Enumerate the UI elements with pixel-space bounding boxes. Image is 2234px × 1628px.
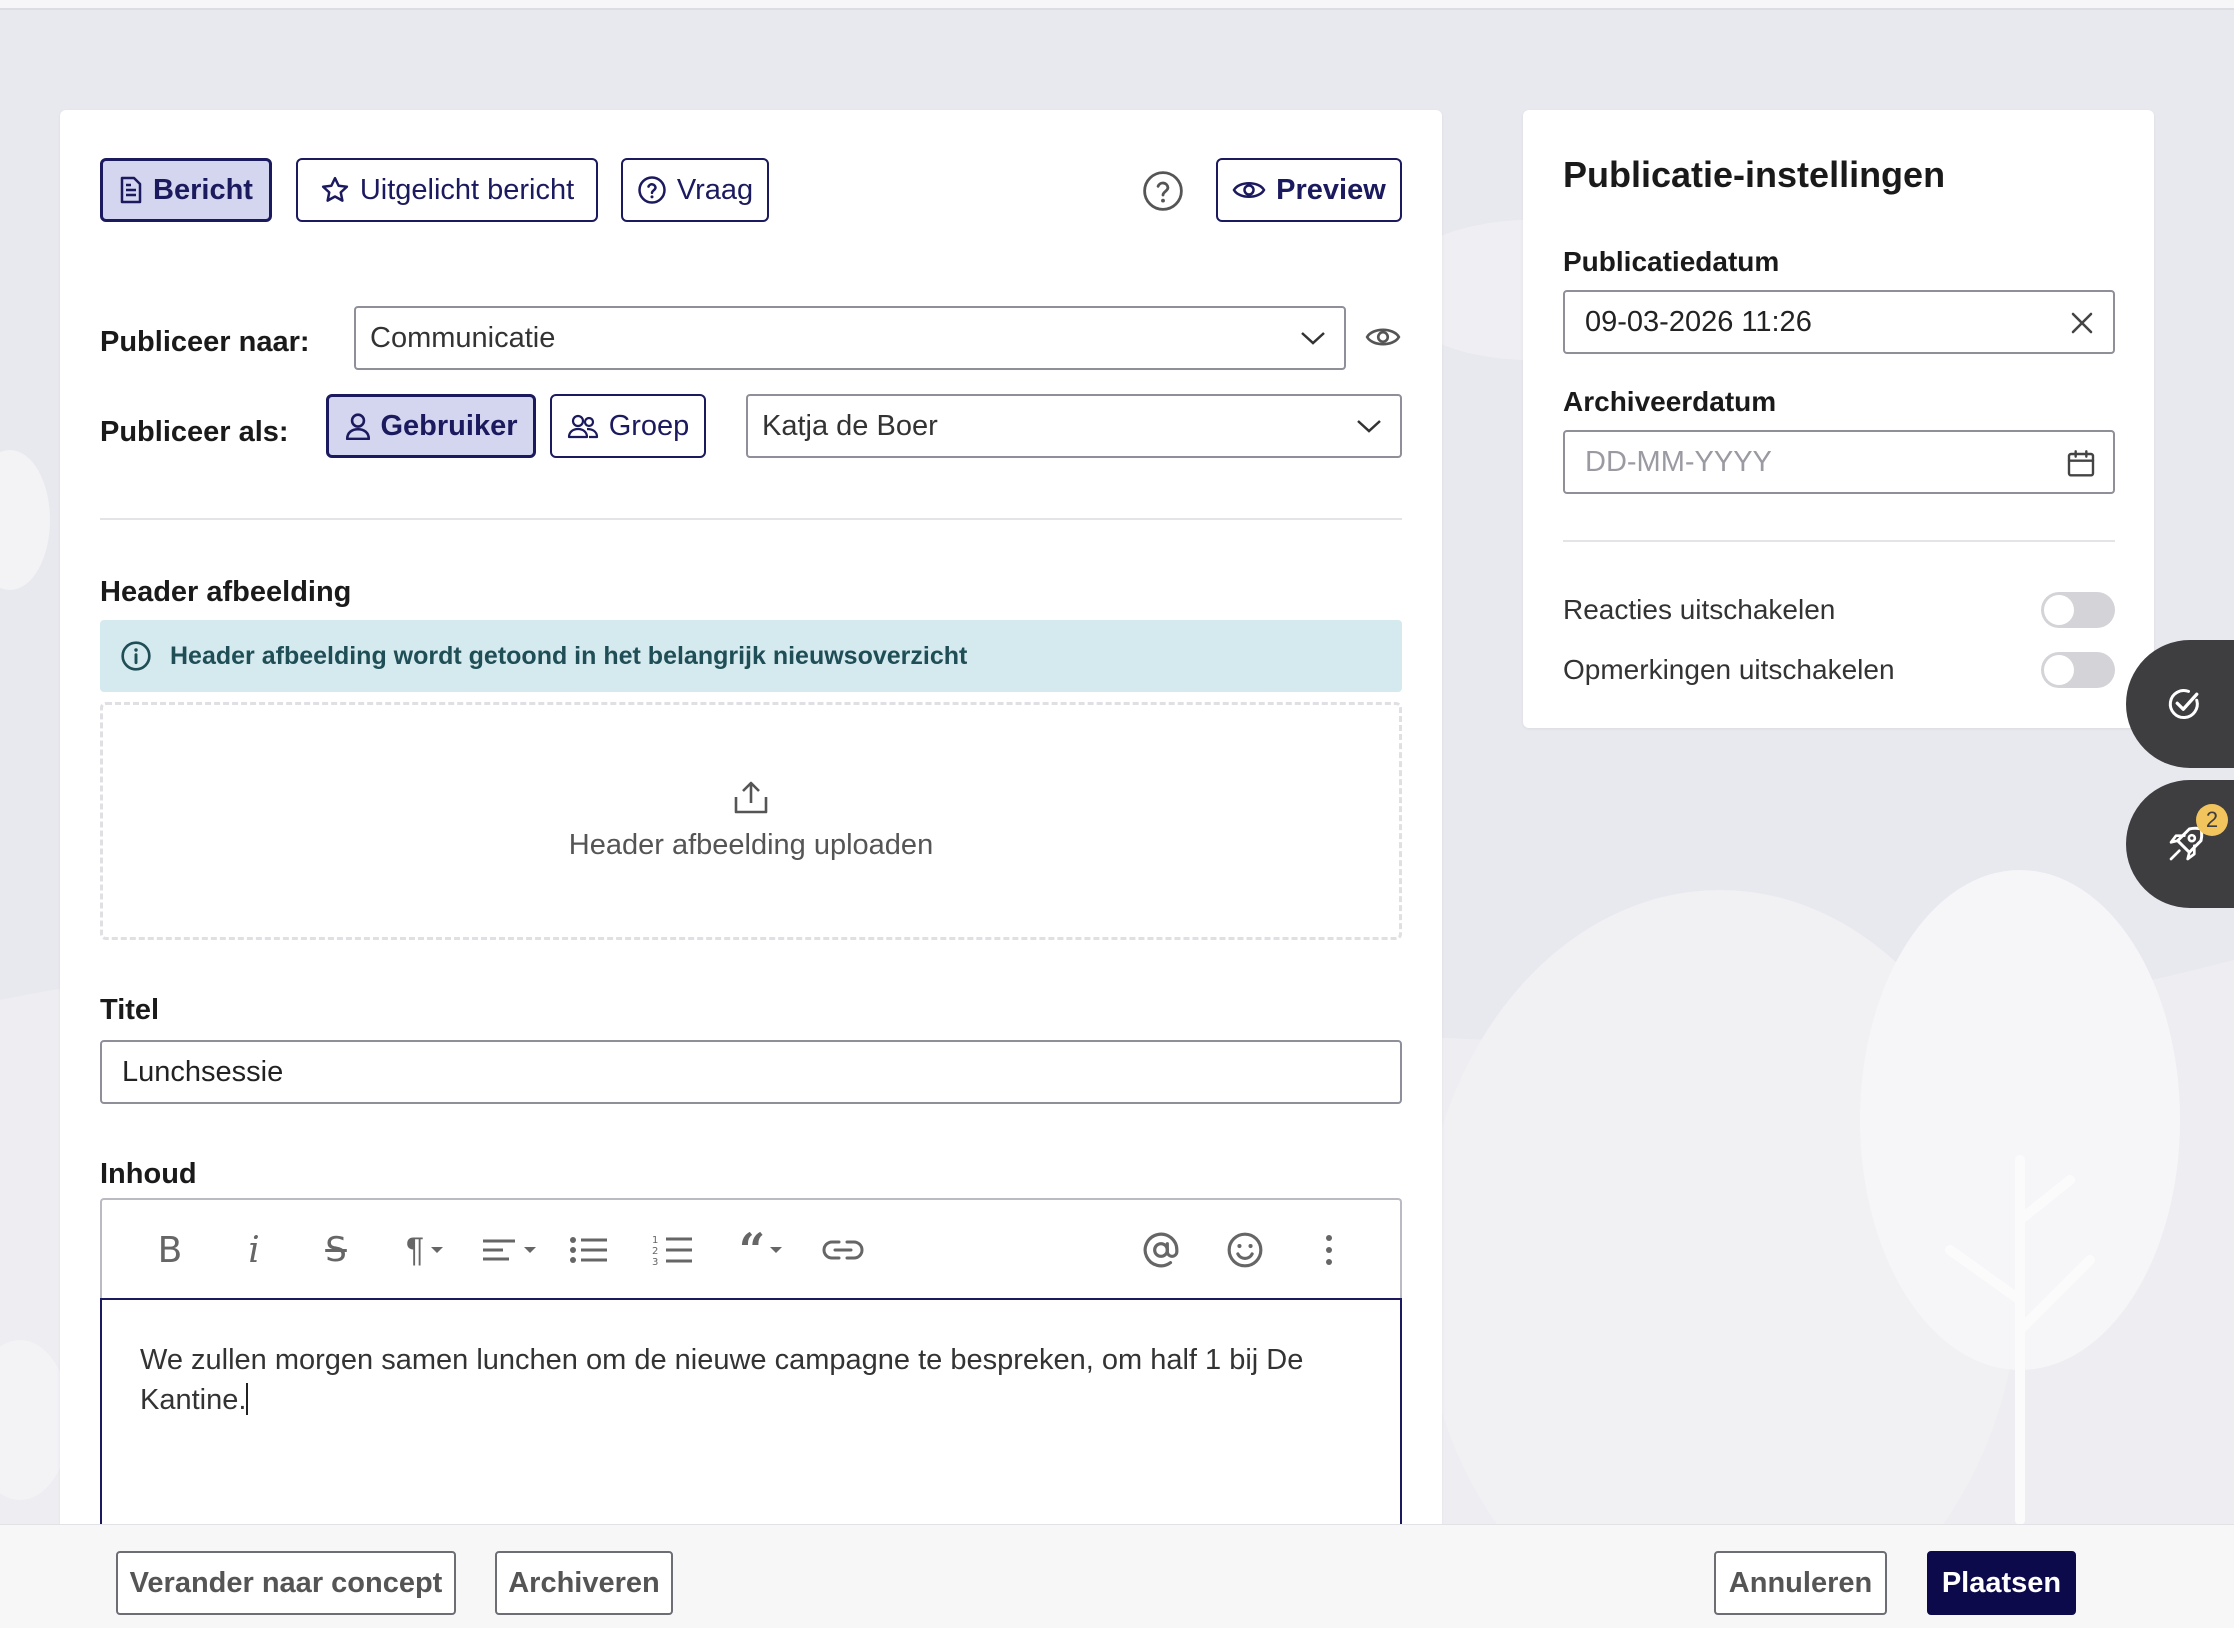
svg-text:3: 3 bbox=[652, 1257, 658, 1266]
content-text: We zullen morgen samen lunchen om de nie… bbox=[140, 1344, 1304, 1416]
visibility-eye-icon[interactable] bbox=[1365, 324, 1401, 350]
tab-vraag[interactable]: Vraag bbox=[621, 158, 769, 222]
publish-to-label: Publiceer naar: bbox=[100, 326, 310, 358]
calendar-icon[interactable] bbox=[2065, 448, 2097, 480]
editor-toolbar: B i S ¶ 123 “ bbox=[100, 1198, 1402, 1298]
publish-as-select[interactable]: Katja de Boer bbox=[746, 394, 1402, 458]
divider bbox=[100, 518, 1402, 520]
tab-bericht[interactable]: Bericht bbox=[100, 158, 272, 222]
publish-to-select[interactable]: Communicatie bbox=[354, 306, 1346, 370]
post-button[interactable]: Plaatsen bbox=[1927, 1551, 2076, 1615]
strikethrough-icon[interactable]: S bbox=[314, 1228, 358, 1272]
archive-button[interactable]: Archiveren bbox=[495, 1551, 673, 1615]
publish-as-value: Katja de Boer bbox=[762, 409, 938, 442]
document-icon bbox=[120, 176, 142, 204]
question-circle-icon bbox=[638, 176, 666, 204]
svg-text:2: 2 bbox=[652, 1246, 658, 1257]
content-label: Inhoud bbox=[100, 1158, 197, 1190]
bold-icon[interactable]: B bbox=[148, 1228, 192, 1272]
publish-date-input[interactable]: 09-03-2026 11:26 bbox=[1563, 290, 2115, 354]
content-editor[interactable]: We zullen morgen samen lunchen om de nie… bbox=[100, 1298, 1402, 1538]
publish-date-value: 09-03-2026 11:26 bbox=[1585, 305, 1812, 338]
archive-date-label: Archiveerdatum bbox=[1563, 386, 1777, 417]
header-image-upload-zone[interactable]: Header afbeelding uploaden bbox=[100, 702, 1402, 940]
publish-to-value: Communicatie bbox=[370, 321, 556, 354]
action-footer: Verander naar concept Archiveren Annuler… bbox=[0, 1524, 2234, 1628]
info-icon bbox=[121, 641, 151, 671]
more-options-icon[interactable] bbox=[1304, 1228, 1354, 1272]
change-to-concept-button[interactable]: Verander naar concept bbox=[116, 1551, 456, 1615]
title-value: Lunchsessie bbox=[122, 1055, 284, 1088]
divider bbox=[1563, 540, 2115, 542]
italic-icon[interactable]: i bbox=[232, 1228, 276, 1272]
comments-toggle-label: Opmerkingen uitschakelen bbox=[1563, 654, 1895, 685]
tab-vraag-label: Vraag bbox=[676, 173, 754, 206]
chevron-down-icon bbox=[1357, 420, 1381, 433]
header-image-upload-label: Header afbeelding uploaden bbox=[568, 828, 934, 861]
publish-as-user-label: Gebruiker bbox=[380, 409, 518, 442]
publication-settings-card: Publicatie-instellingen Publicatiedatum … bbox=[1523, 110, 2154, 728]
notification-badge: 2 bbox=[2196, 804, 2228, 836]
comments-toggle-row: Opmerkingen uitschakelen bbox=[1563, 652, 2115, 688]
numbered-list-icon[interactable]: 123 bbox=[648, 1228, 698, 1272]
reactions-toggle-row: Reacties uitschakelen bbox=[1563, 592, 2115, 628]
svg-text:1: 1 bbox=[652, 1235, 658, 1246]
group-icon bbox=[567, 414, 598, 439]
publish-date-label: Publicatiedatum bbox=[1563, 246, 1780, 277]
emoji-icon[interactable] bbox=[1220, 1228, 1270, 1272]
publish-as-group-button[interactable]: Groep bbox=[550, 394, 706, 458]
reactions-toggle-label: Reacties uitschakelen bbox=[1563, 594, 1836, 625]
align-icon[interactable] bbox=[474, 1228, 544, 1272]
header-image-info-banner: Header afbeelding wordt getoond in het b… bbox=[100, 620, 1402, 692]
chevron-down-icon bbox=[1301, 332, 1325, 345]
tab-uitgelicht-bericht[interactable]: Uitgelicht bericht bbox=[296, 158, 598, 222]
paragraph-format-icon[interactable]: ¶ bbox=[390, 1228, 460, 1272]
bullet-list-icon[interactable] bbox=[564, 1228, 614, 1272]
preview-button[interactable]: Preview bbox=[1216, 158, 1402, 222]
text-caret bbox=[246, 1383, 249, 1415]
reactions-toggle[interactable] bbox=[2041, 592, 2115, 628]
archive-date-placeholder: DD-MM-YYYY bbox=[1585, 445, 1772, 478]
archive-date-input[interactable]: DD-MM-YYYY bbox=[1563, 430, 2115, 494]
user-icon bbox=[345, 413, 370, 440]
upload-icon bbox=[734, 781, 768, 813]
publish-as-user-button[interactable]: Gebruiker bbox=[326, 394, 536, 458]
title-label: Titel bbox=[100, 994, 160, 1026]
publish-as-label: Publiceer als: bbox=[100, 416, 289, 448]
link-icon[interactable] bbox=[818, 1228, 868, 1272]
cancel-button[interactable]: Annuleren bbox=[1714, 1551, 1887, 1615]
header-image-label: Header afbeelding bbox=[100, 576, 352, 608]
title-input[interactable]: Lunchsessie bbox=[100, 1040, 1402, 1104]
header-image-info-text: Header afbeelding wordt getoond in het b… bbox=[170, 641, 968, 670]
eye-icon bbox=[1232, 182, 1266, 198]
clear-icon[interactable] bbox=[2071, 312, 2093, 334]
blockquote-icon[interactable]: “ bbox=[728, 1223, 794, 1277]
tab-uitgelicht-label: Uitgelicht bericht bbox=[359, 173, 575, 206]
publish-as-group-label: Groep bbox=[608, 409, 690, 442]
tab-bericht-label: Bericht bbox=[153, 173, 253, 206]
star-icon bbox=[321, 176, 348, 202]
publication-settings-title: Publicatie-instellingen bbox=[1563, 154, 1946, 195]
help-icon[interactable] bbox=[1142, 170, 1184, 212]
preview-label: Preview bbox=[1276, 173, 1386, 206]
check-circle-icon bbox=[2168, 689, 2199, 720]
comments-toggle[interactable] bbox=[2041, 652, 2115, 688]
mention-icon[interactable] bbox=[1136, 1228, 1186, 1272]
post-editor-card: Bericht Uitgelicht bericht Vraag Preview… bbox=[60, 110, 1442, 1538]
